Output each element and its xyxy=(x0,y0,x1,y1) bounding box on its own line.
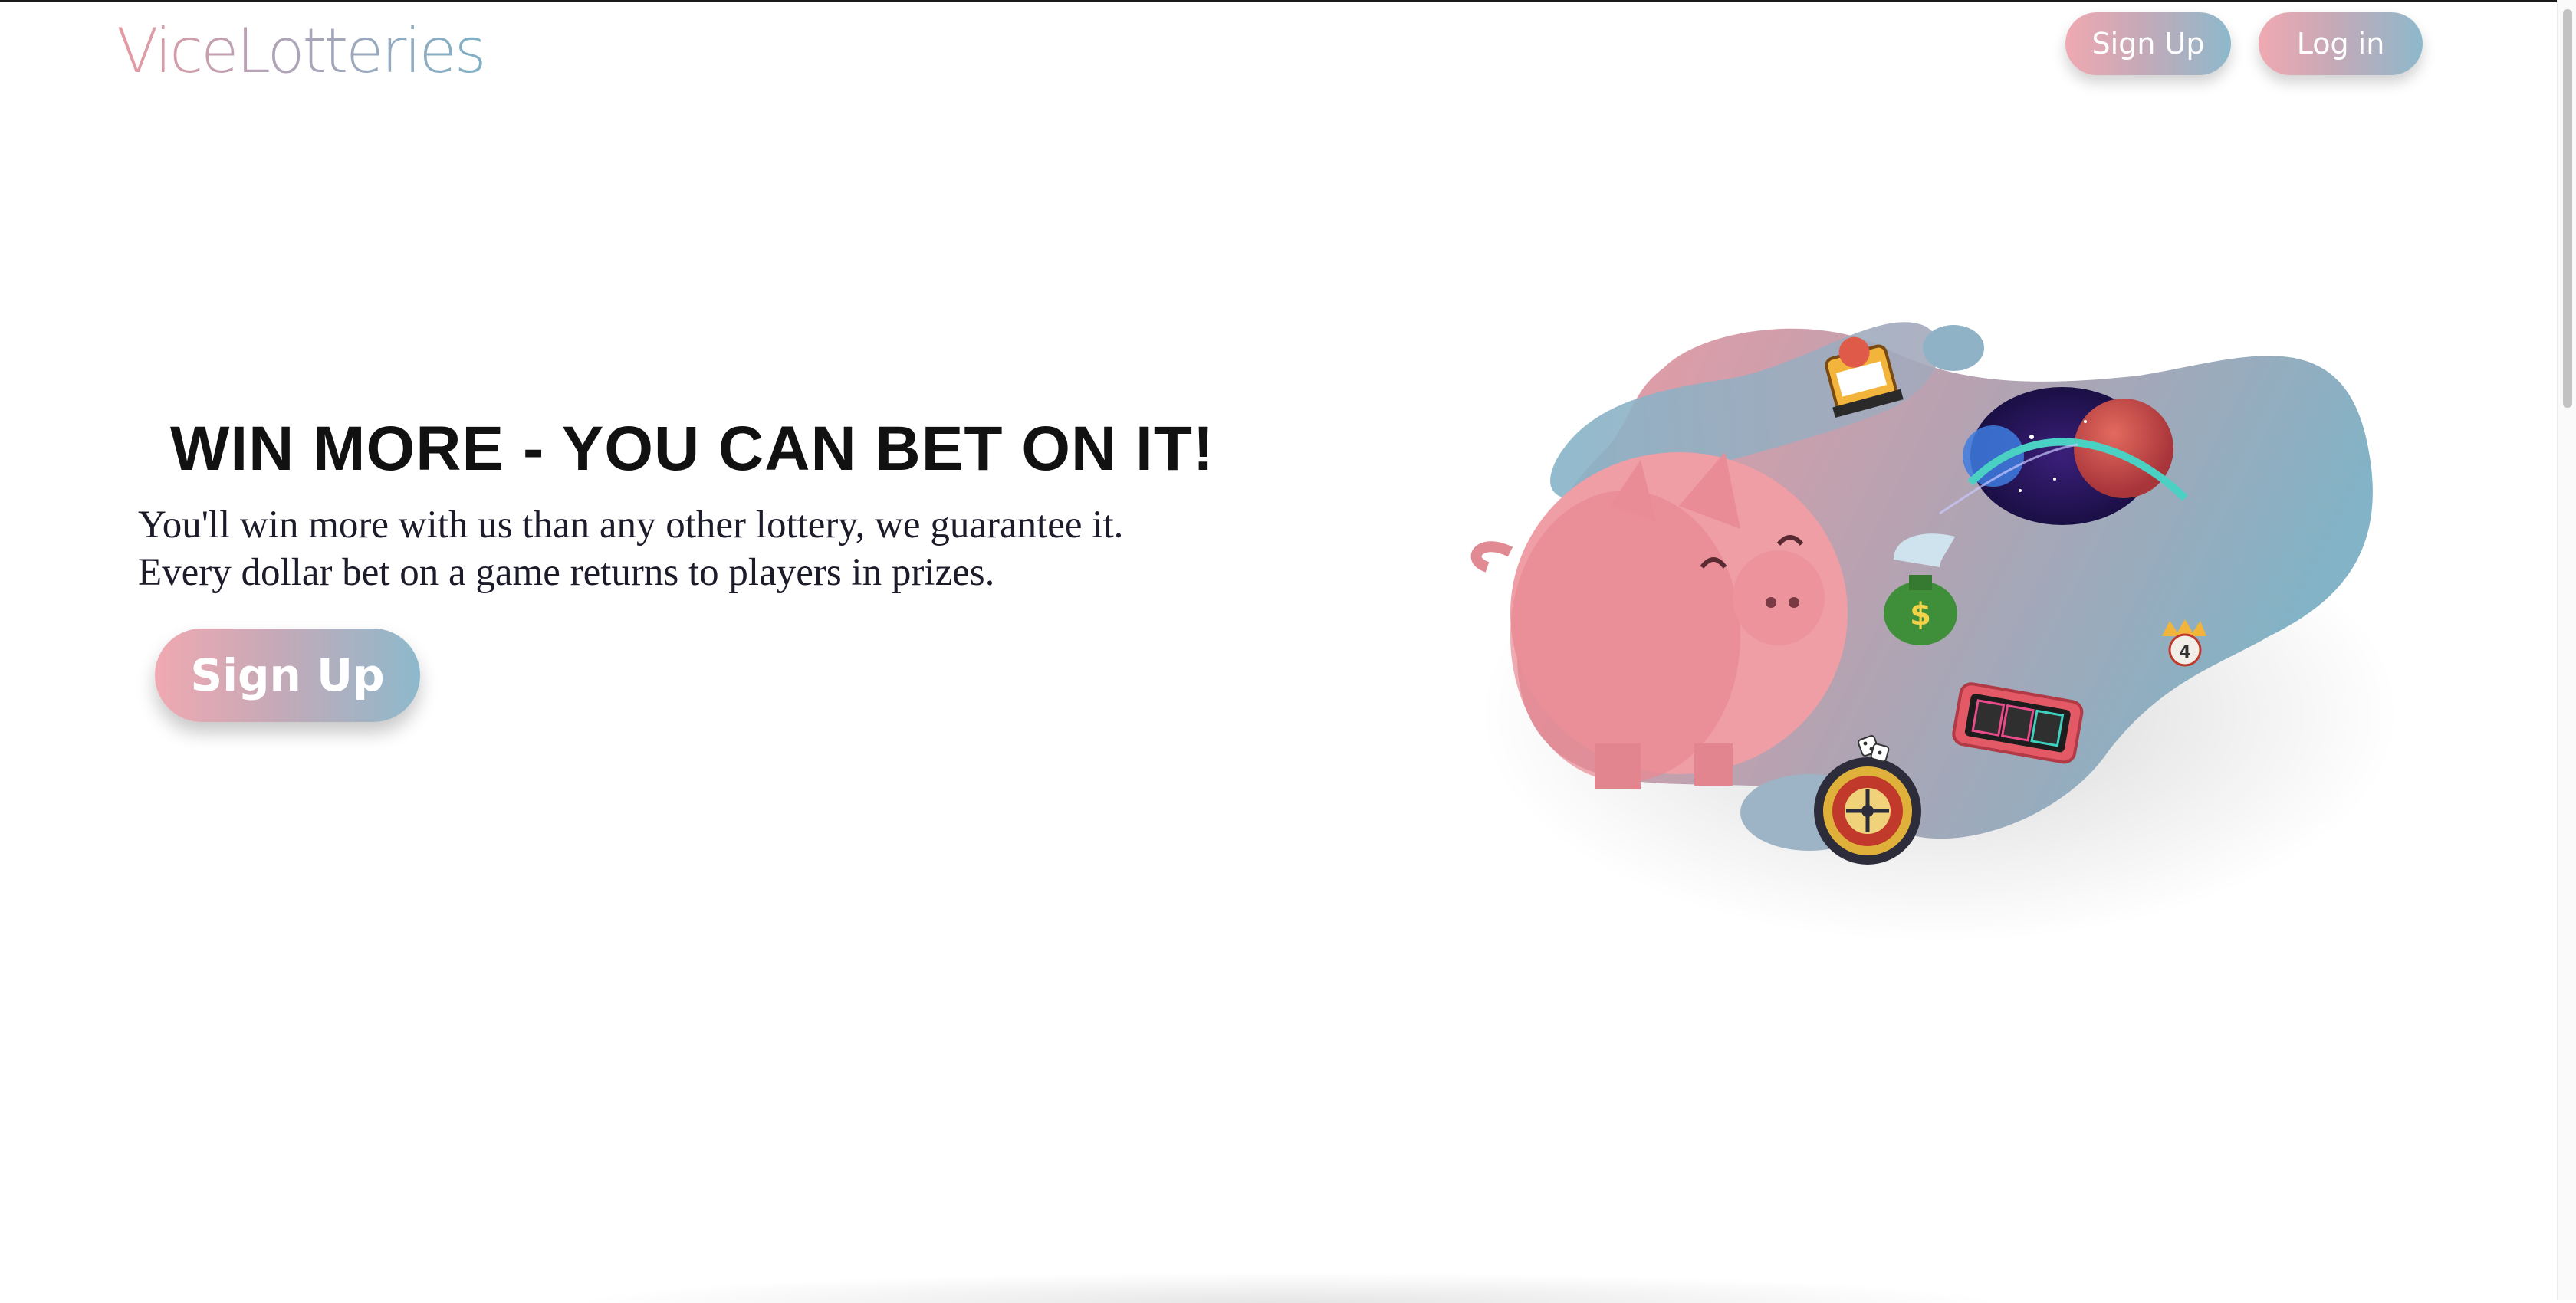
logo[interactable]: ViceLotteries xyxy=(117,17,486,86)
roulette-icon xyxy=(1814,757,1921,865)
footer-shadow xyxy=(567,1272,2009,1303)
scrollbar-thumb[interactable] xyxy=(2563,9,2572,408)
hero-title: WIN MORE - YOU CAN BET ON IT! xyxy=(170,414,1215,484)
money-symbol: $ xyxy=(1910,597,1931,632)
hero-description-line-2: Every dollar bet on a game returns to pl… xyxy=(138,551,995,594)
hero-description: You'll win more with us than any other l… xyxy=(138,501,1123,596)
hero-illustration: $ 4 xyxy=(1470,322,2400,943)
hero-signup-button[interactable]: Sign Up xyxy=(155,629,420,722)
window-top-border xyxy=(0,0,2576,2)
scrollbar-track[interactable] xyxy=(2557,0,2576,1300)
lottery-ball-number: 4 xyxy=(2179,643,2190,662)
header-login-button[interactable]: Log in xyxy=(2259,12,2423,75)
header-signup-button[interactable]: Sign Up xyxy=(2065,12,2231,75)
blob-bubble xyxy=(1923,325,1984,371)
hero-description-line-1: You'll win more with us than any other l… xyxy=(138,504,1124,546)
